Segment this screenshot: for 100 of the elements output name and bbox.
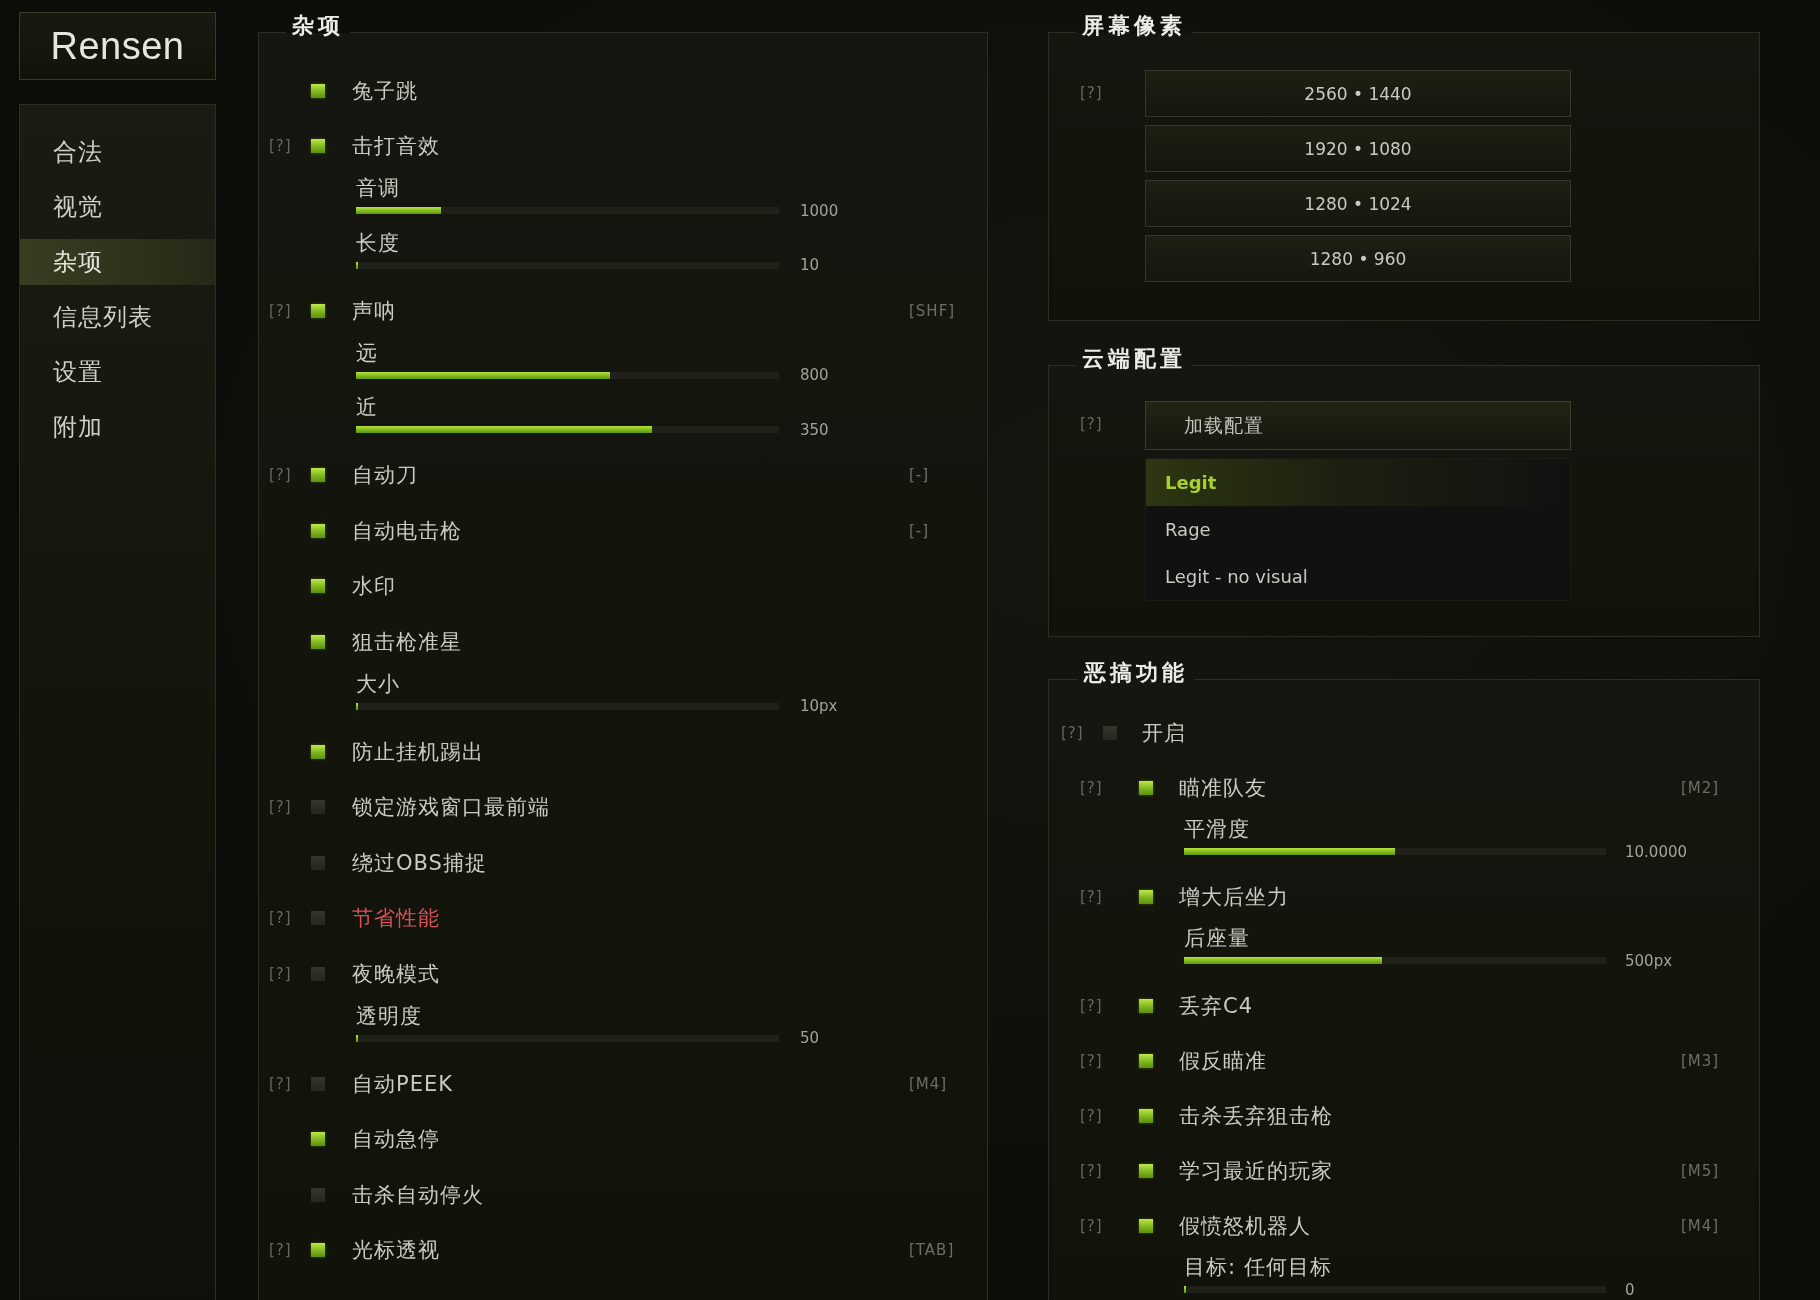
help-marker[interactable]: [?] xyxy=(269,909,292,928)
help-marker[interactable]: [?] xyxy=(1080,1106,1103,1125)
nav-item[interactable]: 合法 xyxy=(20,129,215,175)
help-marker[interactable]: [?] xyxy=(1080,415,1103,433)
help-marker[interactable]: [?] xyxy=(269,301,292,320)
checkbox[interactable] xyxy=(1103,725,1117,740)
checkbox[interactable] xyxy=(311,634,325,649)
slider-track[interactable] xyxy=(356,426,779,433)
option-label: 防止挂机踢出 xyxy=(352,738,484,765)
checkbox[interactable] xyxy=(311,855,325,870)
slider-label: 音调 xyxy=(356,175,400,202)
help-marker[interactable]: [?] xyxy=(269,137,292,156)
option-label: 击杀自动停火 xyxy=(352,1181,484,1208)
option-label: 锁定游戏窗口最前端 xyxy=(352,794,550,821)
slider-track[interactable] xyxy=(356,371,779,379)
checkbox[interactable] xyxy=(311,966,325,981)
checkbox[interactable] xyxy=(1139,1108,1153,1123)
slider-track[interactable] xyxy=(1184,848,1606,855)
option-label: 节省性能 xyxy=(352,905,440,932)
help-marker[interactable]: [?] xyxy=(269,798,292,817)
help-marker[interactable]: [?] xyxy=(1061,723,1084,742)
help-marker[interactable]: [?] xyxy=(269,1074,292,1093)
help-marker[interactable]: [?] xyxy=(1080,996,1103,1015)
slider-track[interactable] xyxy=(356,207,779,214)
checkbox[interactable] xyxy=(1139,780,1153,795)
checkbox[interactable] xyxy=(311,468,325,483)
keybind-label[interactable]: [TAB] xyxy=(909,1241,955,1260)
slider-track[interactable] xyxy=(356,261,779,269)
app-logo: Rensen xyxy=(50,24,185,68)
nav-item[interactable]: 设置 xyxy=(20,349,215,395)
config-dropdown[interactable]: 加载配置 xyxy=(1145,401,1571,450)
checkbox[interactable] xyxy=(311,1243,325,1258)
keybind-label[interactable]: [-] xyxy=(909,521,930,540)
help-marker[interactable]: [?] xyxy=(1080,1216,1103,1235)
help-marker[interactable]: [?] xyxy=(269,1241,292,1260)
option-label: 假愤怒机器人 xyxy=(1179,1212,1311,1239)
help-marker[interactable]: [?] xyxy=(269,466,292,485)
option-label: 水印 xyxy=(352,573,396,600)
checkbox[interactable] xyxy=(311,139,325,154)
option-label: 绕过OBS捕捉 xyxy=(352,849,487,876)
nav-item[interactable]: 附加 xyxy=(20,404,215,450)
slider-value: 350 xyxy=(800,421,829,438)
keybind-label[interactable]: [-] xyxy=(909,466,930,485)
checkbox[interactable] xyxy=(311,911,325,926)
checkbox[interactable] xyxy=(311,1187,325,1202)
checkbox[interactable] xyxy=(311,744,325,759)
keybind-label[interactable]: [M4] xyxy=(909,1074,948,1093)
keybind-label[interactable]: [M4] xyxy=(1681,1216,1720,1235)
slider-label: 平滑度 xyxy=(1184,816,1250,843)
help-marker[interactable]: [?] xyxy=(269,964,292,983)
dropdown-option[interactable]: Legit - no visual xyxy=(1146,553,1570,600)
checkbox[interactable] xyxy=(311,800,325,815)
resolution-button[interactable]: 2560 • 1440 xyxy=(1145,70,1571,117)
option-label: 假反瞄准 xyxy=(1179,1047,1267,1074)
resolution-button[interactable]: 1280 • 1024 xyxy=(1145,180,1571,227)
checkbox[interactable] xyxy=(1139,998,1153,1013)
slider-track[interactable] xyxy=(1184,1286,1606,1293)
help-marker[interactable]: [?] xyxy=(1080,778,1103,797)
option-label: 击杀丢弃狙击枪 xyxy=(1179,1102,1333,1129)
checkbox[interactable] xyxy=(311,523,325,538)
checkbox[interactable] xyxy=(311,83,325,98)
panel-title: 云端配置 xyxy=(1082,345,1186,373)
nav-item[interactable]: 杂项 xyxy=(20,239,215,285)
option-label: 丢弃C4 xyxy=(1179,992,1254,1019)
checkbox[interactable] xyxy=(1139,1218,1153,1233)
resolution-button[interactable]: 1920 • 1080 xyxy=(1145,125,1571,172)
slider-label: 近 xyxy=(356,394,378,421)
slider-track[interactable] xyxy=(356,1034,779,1042)
option-label: 开启 xyxy=(1142,719,1186,746)
slider-track[interactable] xyxy=(356,702,779,710)
checkbox[interactable] xyxy=(311,303,325,318)
keybind-label[interactable]: [M3] xyxy=(1681,1051,1720,1070)
slider-label: 大小 xyxy=(356,670,400,698)
checkbox[interactable] xyxy=(311,1132,325,1147)
option-label: 光标透视 xyxy=(352,1237,440,1264)
panel-title: 恶搞功能 xyxy=(1084,659,1188,687)
slider-value: 10 xyxy=(800,257,820,273)
help-marker[interactable]: [?] xyxy=(1080,1161,1103,1180)
help-marker[interactable]: [?] xyxy=(1080,1051,1103,1070)
checkbox[interactable] xyxy=(1139,889,1153,904)
checkbox[interactable] xyxy=(311,579,325,594)
checkbox[interactable] xyxy=(311,1076,325,1091)
help-marker[interactable]: [?] xyxy=(1080,84,1103,102)
slider-track[interactable] xyxy=(1184,957,1606,964)
option-label: 学习最近的玩家 xyxy=(1179,1157,1333,1184)
slider-value: 0 xyxy=(1625,1281,1635,1298)
slider-label: 透明度 xyxy=(356,1002,422,1030)
keybind-label[interactable]: [SHF] xyxy=(909,301,956,320)
dropdown-option[interactable]: Rage xyxy=(1146,506,1570,553)
keybind-label[interactable]: [M5] xyxy=(1681,1161,1720,1180)
keybind-label[interactable]: [M2] xyxy=(1681,778,1720,797)
option-label: 击打音效 xyxy=(352,133,440,160)
slider-label: 长度 xyxy=(356,229,400,257)
resolution-button[interactable]: 1280 • 960 xyxy=(1145,235,1571,282)
nav-item[interactable]: 信息列表 xyxy=(20,294,215,340)
slider-value: 1000 xyxy=(800,202,839,219)
nav-item[interactable]: 视觉 xyxy=(20,184,215,230)
checkbox[interactable] xyxy=(1139,1163,1153,1178)
checkbox[interactable] xyxy=(1139,1053,1153,1068)
help-marker[interactable]: [?] xyxy=(1080,887,1103,906)
